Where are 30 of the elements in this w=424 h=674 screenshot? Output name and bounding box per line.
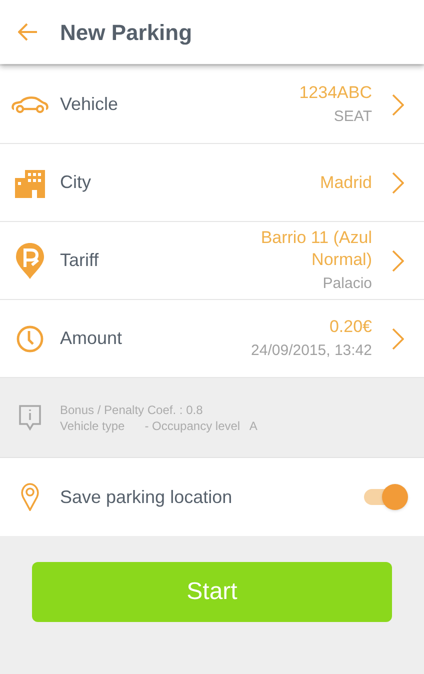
chevron-right-icon	[392, 250, 404, 272]
location-pin-icon	[21, 483, 39, 511]
row-label: City	[60, 171, 91, 194]
settings-row[interactable]: Tariff Barrio 11 (Azul Normal) Palacio	[0, 222, 424, 300]
info-icon	[19, 404, 41, 430]
settings-row[interactable]: City Madrid	[0, 144, 424, 222]
row-label: Vehicle	[60, 93, 118, 116]
row-value: 1234ABC	[299, 82, 372, 104]
clock-icon	[16, 324, 44, 352]
row-detail: 24/09/2015, 13:42	[251, 340, 372, 360]
row-value: Madrid	[320, 172, 372, 194]
row-label: Save parking location	[60, 486, 232, 509]
back-arrow-icon	[18, 23, 38, 41]
parking-pin-icon	[16, 242, 44, 278]
screen-title: New Parking	[60, 18, 192, 47]
chevron-right-icon	[392, 172, 404, 194]
row-detail: SEAT	[334, 106, 372, 126]
settings-row[interactable]: Amount 0.20€ 24/09/2015, 13:42	[0, 300, 424, 378]
row-value: Barrio 11 (Azul Normal)	[260, 226, 372, 270]
row-detail: Palacio	[322, 274, 372, 294]
info-text: Vehicle type - Occupancy level A	[60, 418, 258, 434]
row-value: 0.20€	[329, 316, 372, 338]
row-label: Tariff	[60, 249, 99, 272]
settings-row[interactable]: Vehicle 1234ABC SEAT	[0, 66, 424, 144]
building-icon	[15, 168, 45, 198]
car-icon	[10, 94, 50, 114]
row-label: Amount	[60, 327, 122, 350]
info-text: Bonus / Penalty Coef. : 0.8	[60, 402, 204, 418]
chevron-right-icon	[392, 94, 404, 116]
chevron-right-icon	[392, 328, 404, 350]
